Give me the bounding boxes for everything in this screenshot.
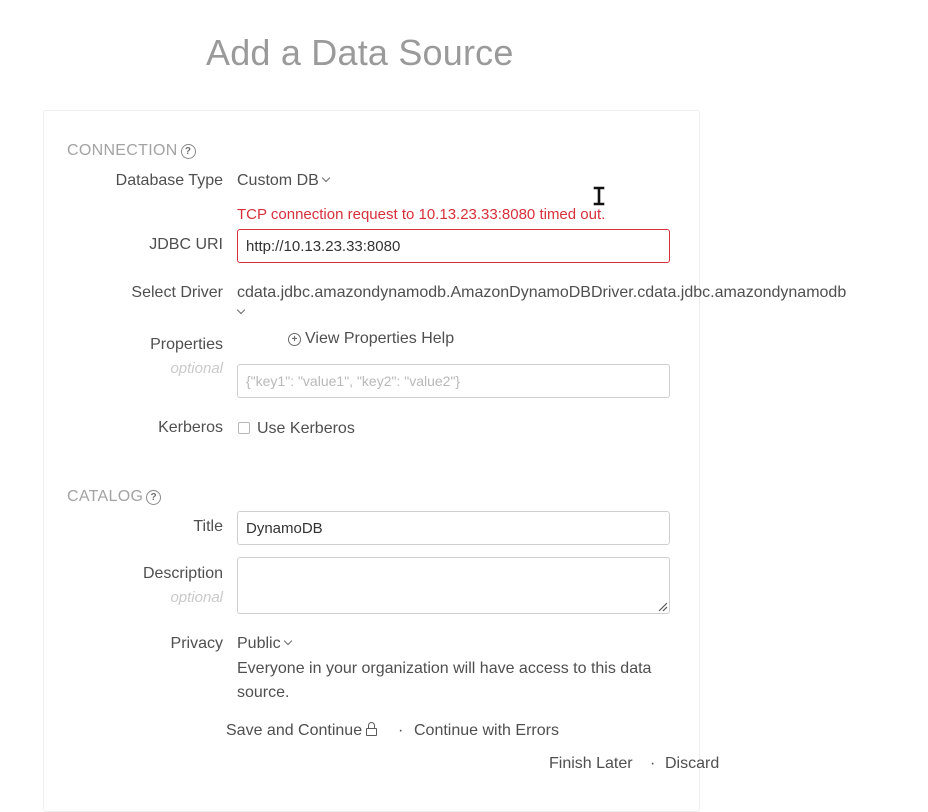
properties-label: Properties [150, 336, 223, 353]
description-textarea[interactable] [237, 557, 670, 614]
catalog-title-label: Title [193, 518, 223, 535]
finish-later-button[interactable]: Finish Later [549, 755, 633, 773]
lock-icon [366, 722, 378, 736]
view-properties-help-label: View Properties Help [305, 330, 455, 347]
privacy-value: Public [237, 635, 281, 652]
select-driver-label: Select Driver [131, 284, 223, 301]
privacy-dropdown[interactable]: Public [237, 635, 292, 653]
jdbc-uri-input[interactable] [237, 229, 670, 263]
chevron-down-icon [283, 636, 292, 646]
resize-grip-icon[interactable] [656, 600, 668, 612]
catalog-section-title: CATALOG? [67, 488, 162, 506]
page-title: Add a Data Source [206, 32, 514, 73]
privacy-description: Everyone in your organization will have … [237, 660, 652, 701]
properties-optional-label: optional [170, 360, 223, 377]
catalog-title-input[interactable] [237, 511, 670, 545]
save-and-continue-button[interactable]: Save and Continue [226, 722, 378, 740]
properties-input[interactable] [237, 364, 670, 398]
action-separator: · [398, 722, 404, 739]
action-separator: · [650, 755, 656, 772]
connection-section-label: CONNECTION [67, 142, 178, 159]
connection-section-title: CONNECTION? [67, 142, 196, 160]
description-optional-label: optional [170, 589, 223, 606]
privacy-label: Privacy [170, 635, 223, 652]
select-driver-dropdown[interactable]: cdata.jdbc.amazondynamodb.AmazonDynamoDB… [237, 284, 846, 302]
plus-circle-icon: + [288, 333, 301, 346]
continue-with-errors-button[interactable]: Continue with Errors [414, 722, 559, 740]
save-and-continue-label: Save and Continue [226, 722, 363, 739]
use-kerberos-label[interactable]: Use Kerberos [257, 420, 355, 438]
jdbc-uri-label: JDBC URI [149, 236, 223, 253]
discard-button[interactable]: Discard [665, 755, 719, 773]
catalog-help-icon[interactable]: ? [146, 490, 162, 505]
catalog-section-label: CATALOG [67, 488, 144, 505]
connection-error-message: TCP connection request to 10.13.23.33:80… [237, 206, 606, 223]
database-type-label: Database Type [115, 172, 223, 189]
kerberos-label: Kerberos [158, 419, 223, 436]
use-kerberos-checkbox[interactable] [238, 422, 250, 434]
connection-help-icon[interactable]: ? [180, 144, 196, 159]
text-cursor-icon [593, 186, 605, 206]
database-type-dropdown[interactable]: Custom DB [237, 172, 331, 190]
select-driver-value: cdata.jdbc.amazondynamodb.AmazonDynamoDB… [237, 284, 847, 301]
description-label: Description [142, 565, 223, 582]
database-type-value: Custom DB [237, 172, 319, 189]
chevron-down-icon [321, 173, 331, 183]
view-properties-help-link[interactable]: + View Properties Help [288, 330, 454, 348]
